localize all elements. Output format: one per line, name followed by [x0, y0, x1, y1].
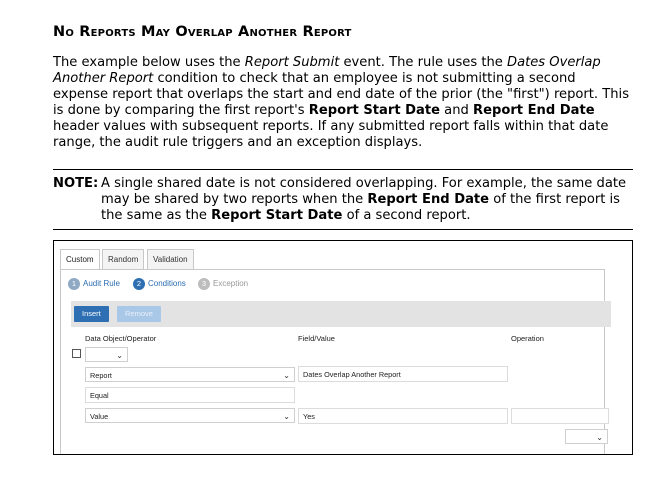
row-select-checkbox[interactable] [72, 349, 81, 358]
data-object-select[interactable]: ⌄ [85, 347, 128, 362]
tab-validation[interactable]: Validation [147, 249, 194, 269]
tab-random[interactable]: Random [102, 249, 145, 269]
note-text: A single shared date is not considered o… [101, 176, 631, 224]
para-text-5: header values with subsequent reports. I… [53, 119, 609, 150]
step-1-badge: 1 [68, 278, 80, 290]
column-header-data-object: Data Object/Operator [85, 334, 157, 343]
step-conditions[interactable]: 2 Conditions [133, 278, 186, 290]
note-start-date: Report Start Date [211, 208, 343, 223]
insert-button[interactable]: Insert [74, 306, 109, 322]
chevron-down-icon: ⌄ [283, 412, 290, 421]
panel-border-right [604, 269, 605, 454]
para-end-date: Report End Date [472, 103, 595, 118]
conditions-toolbar: Insert Remove [71, 301, 611, 327]
tab-custom[interactable]: Custom [60, 249, 100, 270]
audit-rule-screenshot: Custom Random Validation 1 Audit Rule 2 Co… [53, 240, 633, 455]
value-input[interactable]: Yes [298, 408, 508, 424]
chevron-down-icon: ⌄ [116, 351, 123, 360]
chevron-down-icon: ⌄ [596, 433, 603, 442]
tab-divider [60, 269, 605, 270]
note-top-rule [53, 169, 633, 170]
step-3-label: Exception [213, 279, 249, 288]
description-paragraph: The example below uses the Report Submit… [53, 55, 633, 151]
para-text-4: and [440, 103, 473, 118]
operator-field[interactable]: Equal [85, 387, 295, 403]
step-audit-rule[interactable]: 1 Audit Rule [68, 278, 120, 290]
note-end-date: Report End Date [367, 192, 490, 207]
column-header-operation: Operation [511, 334, 544, 343]
report-select[interactable]: Report ⌄ [85, 367, 295, 382]
step-3-badge: 3 [198, 278, 210, 290]
remove-button[interactable]: Remove [117, 306, 161, 322]
column-header-field-value: Field/Value [298, 334, 335, 343]
section-heading: No Reports May Overlap Another Report [53, 24, 352, 40]
para-text-2: event. The rule uses the [339, 55, 507, 70]
step-1-label: Audit Rule [83, 279, 120, 288]
panel-border-left [60, 269, 61, 454]
step-2-label: Conditions [148, 279, 186, 288]
para-event-name: Report Submit [244, 55, 340, 70]
step-exception[interactable]: 3 Exception [198, 278, 248, 290]
report-select-value: Report [90, 371, 112, 380]
note-bottom-rule [53, 229, 633, 230]
step-2-badge: 2 [133, 278, 145, 290]
para-text-1: The example below uses the [53, 55, 245, 70]
value-type-select-value: Value [90, 412, 109, 421]
chevron-down-icon: ⌄ [283, 371, 290, 380]
note-text-3: of a second report. [342, 208, 471, 223]
value-type-select[interactable]: Value ⌄ [85, 408, 295, 423]
para-start-date: Report Start Date [308, 103, 441, 118]
note-label: NOTE: [53, 176, 99, 191]
operation-select[interactable]: ⌄ [565, 429, 608, 444]
operation-input[interactable] [511, 408, 609, 424]
field-value-input[interactable]: Dates Overlap Another Report [298, 366, 508, 382]
